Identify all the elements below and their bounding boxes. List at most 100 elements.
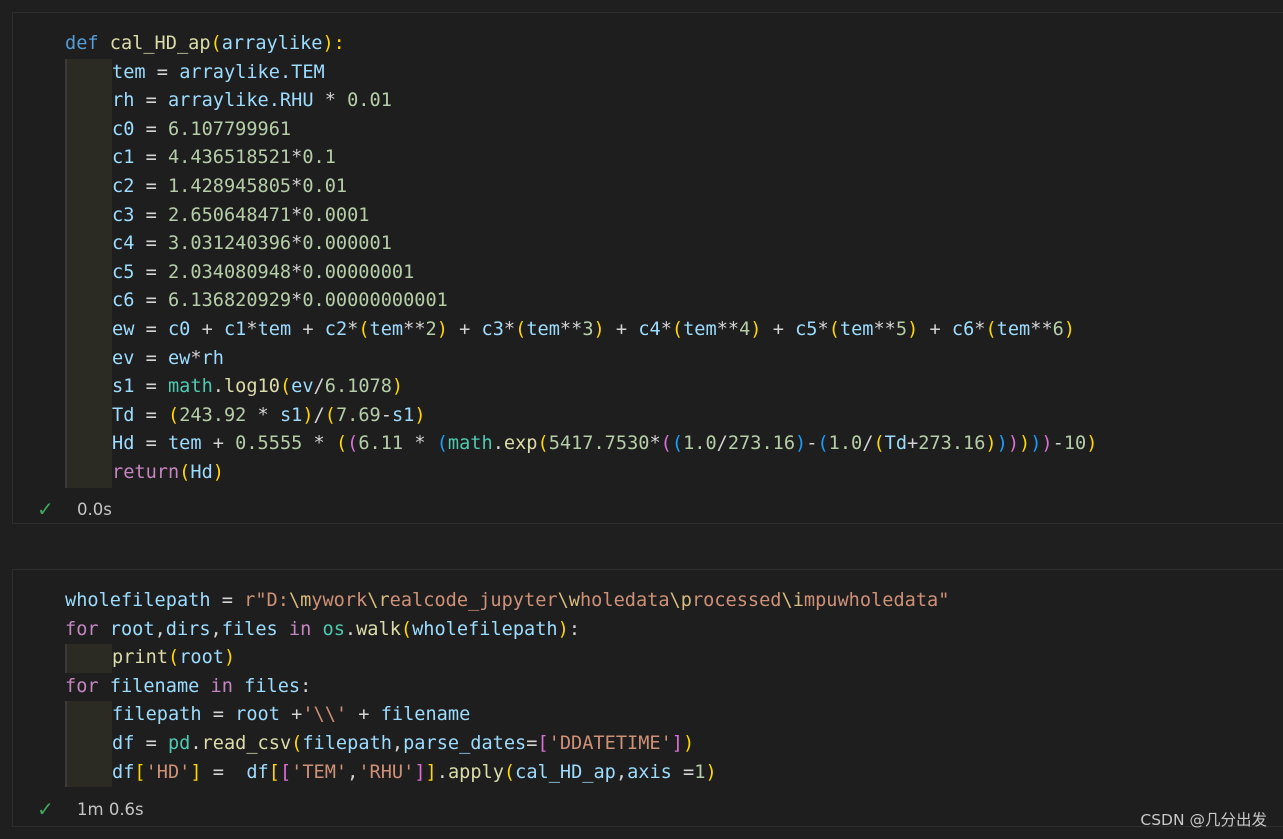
code-token: + [907, 433, 919, 455]
code-line: return(Hd) [65, 458, 1097, 488]
code-token: * [246, 318, 258, 340]
code-token: c2 [112, 175, 135, 197]
code-token: tem [526, 318, 560, 340]
code-token: + [347, 704, 381, 726]
code-token: 0.000001 [302, 233, 392, 255]
code-token: * [817, 318, 829, 340]
code-token: * [347, 318, 359, 340]
code-token: wholefilepath [65, 590, 211, 611]
code-token: * [291, 290, 303, 312]
code-token: ( [347, 433, 359, 455]
code-token: + [190, 318, 224, 340]
code-token: root [179, 647, 224, 669]
code-token: = [210, 590, 245, 611]
code-editor[interactable]: wholefilepath = r"D:\mywork\realcode_jup… [65, 587, 950, 788]
code-token: * [190, 347, 202, 369]
code-line: print(root) [65, 644, 949, 673]
code-line: for root,dirs,files in os.walk(wholefile… [65, 616, 949, 645]
notebook-cell-1[interactable]: def cal_HD_ap(arraylike): tem = arraylike… [12, 12, 1283, 524]
code-token: Td [112, 404, 135, 426]
code-token: ( [671, 318, 684, 340]
code-token: , [210, 618, 222, 640]
code-token: : [568, 618, 581, 640]
code-token: \m [288, 590, 312, 611]
code-token: ( [660, 433, 672, 455]
code-token: ) [1086, 433, 1098, 455]
code-token: os [322, 618, 345, 640]
code-token: ) [907, 318, 919, 340]
code-token: .RHU [268, 90, 314, 112]
code-token: in [277, 618, 323, 640]
code-token: / [716, 433, 728, 455]
indent-guide [65, 401, 112, 431]
code-token: 4.436518521 [167, 147, 292, 169]
code-token: c4 [112, 233, 135, 255]
code-line: filepath = root +'\\' + filename [65, 701, 949, 730]
code-token: = [201, 704, 236, 726]
code-token: c0 [167, 318, 191, 340]
code-token: ** [403, 318, 426, 340]
code-token: c3 [112, 204, 135, 226]
code-line: c0 = 6.107799961 [65, 115, 1097, 145]
code-token: filepath [112, 704, 202, 726]
code-token: 243.92 [179, 404, 247, 426]
code-line: s1 = math.log10(ev/6.1078) [65, 373, 1097, 402]
code-editor[interactable]: def cal_HD_ap(arraylike): tem = arraylike… [65, 30, 1097, 488]
code-token: 'DDATETIME' [548, 732, 672, 754]
code-token: = [134, 233, 168, 255]
code-token: 10 [1063, 433, 1087, 455]
check-icon: ✓ [37, 797, 54, 821]
code-line: c1 = 4.436518521*0.1 [65, 144, 1097, 173]
code-token: ( [335, 433, 348, 455]
code-token: log10 [223, 376, 280, 398]
indent-guide [65, 458, 112, 488]
code-token: ) [1041, 433, 1053, 455]
code-token: ** [1030, 318, 1053, 340]
code-token: exp [503, 433, 538, 455]
code-token: ( [324, 404, 336, 426]
code-token: 1.428945805 [167, 175, 292, 197]
code-token: ) [223, 647, 236, 669]
code-token: + [279, 704, 303, 726]
indent-guide [65, 758, 112, 788]
code-token: ( [671, 433, 684, 455]
code-token: ] [425, 761, 437, 783]
code-token: ) [705, 761, 717, 783]
code-token: = [145, 61, 180, 83]
code-token: ( [279, 376, 292, 398]
code-token: c6 [112, 290, 135, 312]
code-token: c3 [481, 318, 504, 340]
notebook-cell-2[interactable]: wholefilepath = r"D:\mywork\realcode_jup… [12, 569, 1283, 827]
code-token: cal_HD_ap [109, 33, 211, 54]
code-token: apply [447, 761, 504, 783]
code-token: * [649, 433, 661, 455]
code-token: ( [210, 33, 222, 54]
code-line: for filename in files: [65, 673, 949, 702]
code-token: ( [873, 433, 885, 455]
code-token: * [313, 90, 348, 112]
indent-guide [65, 58, 112, 88]
code-line: Td = (243.92 * s1)/(7.69-s1) [65, 401, 1097, 431]
code-token: ( [291, 732, 303, 754]
code-token: df [112, 761, 135, 783]
code-token: math [167, 376, 213, 398]
code-token: / [313, 404, 325, 426]
code-token: ( [537, 433, 549, 455]
code-token: [ [537, 732, 549, 754]
code-token: 0.1 [302, 147, 336, 169]
code-token: + [291, 318, 325, 340]
code-token: ev [291, 376, 314, 398]
code-token: 6.107799961 [167, 118, 292, 140]
code-token: + [604, 318, 639, 340]
code-token: [ [268, 761, 280, 783]
code-token: + [447, 318, 482, 340]
code-token: mpuwholedata" [803, 590, 950, 611]
code-token: 6.1078 [324, 376, 392, 398]
indent-guide [65, 230, 112, 259]
code-token: parse_dates [403, 732, 527, 754]
code-token: - [806, 433, 818, 455]
code-token: / [313, 376, 325, 398]
code-token: = [671, 761, 695, 783]
code-line: rh = arraylike.RHU * 0.01 [65, 87, 1097, 116]
code-token: = [134, 290, 168, 312]
